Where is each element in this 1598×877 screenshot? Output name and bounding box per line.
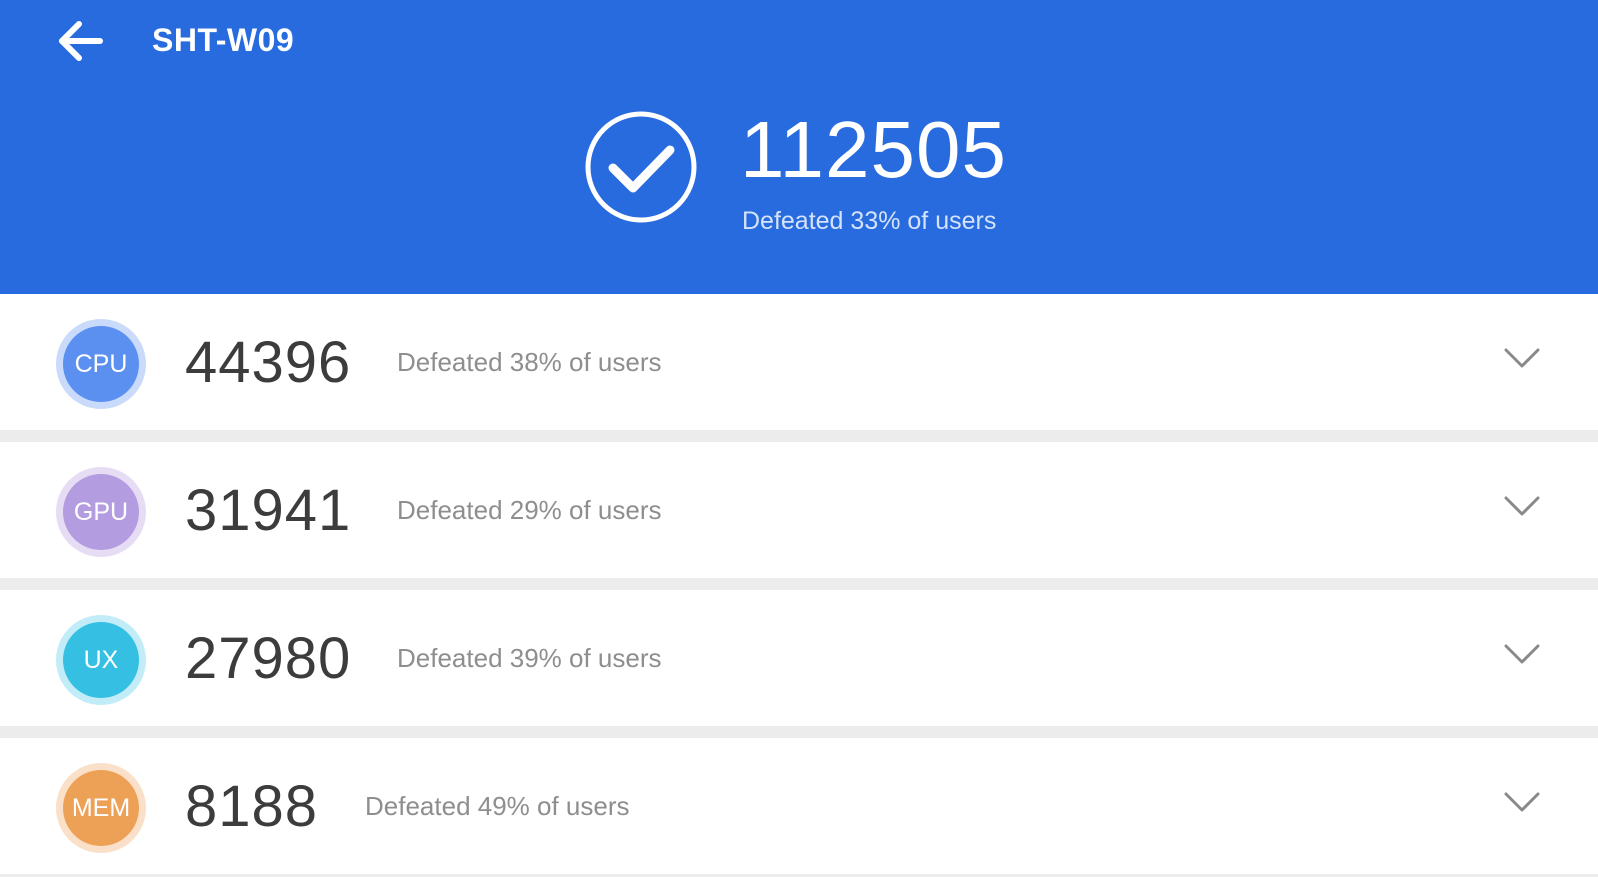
cpu-badge-label: CPU (63, 326, 139, 402)
chevron-down-icon[interactable] (1503, 346, 1541, 372)
ux-score: 27980 (185, 626, 352, 691)
result-row-mem[interactable]: MEM 8188 Defeated 49% of users (0, 738, 1598, 874)
ux-defeated-text: Defeated 39% of users (397, 643, 662, 673)
mem-defeated-text: Defeated 49% of users (365, 791, 630, 821)
check-circle-icon (585, 111, 697, 223)
total-defeated-text: Defeated 33% of users (742, 207, 997, 235)
gpu-score: 31941 (185, 478, 352, 543)
gpu-defeated-text: Defeated 29% of users (397, 495, 662, 525)
result-row-cpu[interactable]: CPU 44396 Defeated 38% of users (0, 294, 1598, 430)
cpu-score: 44396 (185, 330, 352, 395)
mem-badge: MEM (56, 763, 146, 853)
arrow-left-icon (59, 21, 103, 61)
back-button[interactable] (52, 16, 112, 66)
header: SHT-W09 112505 Defeated 33% of users (0, 0, 1598, 294)
mem-badge-label: MEM (63, 770, 139, 846)
chevron-down-icon[interactable] (1503, 642, 1541, 668)
ux-badge-label: UX (63, 622, 139, 698)
chevron-down-icon[interactable] (1503, 790, 1541, 816)
chevron-down-icon[interactable] (1503, 494, 1541, 520)
cpu-defeated-text: Defeated 38% of users (397, 347, 662, 377)
total-score: 112505 (740, 105, 1008, 194)
gpu-badge: GPU (56, 467, 146, 557)
cpu-badge: CPU (56, 319, 146, 409)
result-row-gpu[interactable]: GPU 31941 Defeated 29% of users (0, 442, 1598, 578)
benchmark-result-page: SHT-W09 112505 Defeated 33% of users CPU… (0, 0, 1598, 877)
ux-badge: UX (56, 615, 146, 705)
result-row-ux[interactable]: UX 27980 Defeated 39% of users (0, 590, 1598, 726)
gpu-badge-label: GPU (63, 474, 139, 550)
mem-score: 8188 (185, 774, 319, 839)
device-title: SHT-W09 (152, 22, 295, 58)
